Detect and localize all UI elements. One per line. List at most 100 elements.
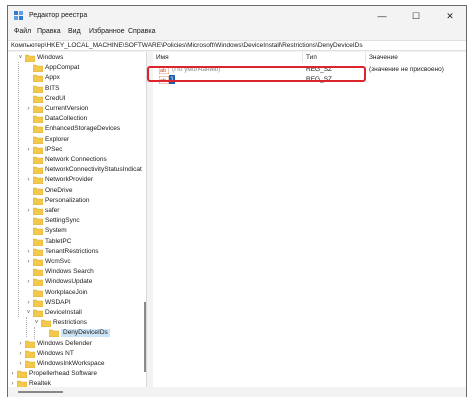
maximize-button[interactable]: ☐ [399,6,433,26]
tree-item-label: AppCompat [45,64,80,72]
folder-icon [17,370,27,379]
column-header-value[interactable]: Значение [366,52,466,63]
menu-edit[interactable]: Правка [37,28,61,35]
tree-item-label: CredUI [45,94,66,102]
folder-icon [17,381,27,387]
expand-chevron-icon[interactable]: › [25,207,32,215]
expand-chevron-icon[interactable]: › [9,380,16,387]
folder-icon [33,197,43,205]
tree-item[interactable]: › NetworkProvider [8,175,146,185]
tree-item[interactable]: › WindowsInkWorkspace [8,359,146,369]
folder-icon [33,156,43,164]
tree-item[interactable]: Appx [8,73,146,83]
expand-chevron-icon[interactable]: › [9,370,16,378]
tree-item[interactable]: System [8,226,146,236]
tree-item[interactable]: CredUI [8,94,146,104]
tree-horizontal-scrollbar[interactable] [8,387,147,397]
window-title: Редактор реестра [29,12,88,19]
tree-item[interactable]: Explorer [8,135,146,145]
title-bar[interactable]: Редактор реестра — ☐ ✕ [8,6,466,26]
menu-favorites[interactable]: Избранное [89,28,124,35]
expand-chevron-icon[interactable]: › [25,248,32,256]
registry-tree[interactable]: ˅ Windows AppCompat Appx BITS CredUI › CurrentV… [8,52,147,387]
expand-chevron-icon[interactable]: › [25,258,32,266]
registry-editor-window: Редактор реестра — ☐ ✕ Файл Правка Вид И… [7,5,467,397]
folder-icon [33,217,43,226]
tree-item[interactable]: AppCompat [8,63,146,73]
tree-item[interactable]: › IPSec [8,145,146,155]
collapse-chevron-icon[interactable]: ˅ [25,309,32,317]
tree-item[interactable]: SettingSync [8,216,146,226]
tree-item[interactable]: Network Connections [8,155,146,165]
menu-view[interactable]: Вид [68,28,81,35]
tree-item-label: Windows NT [37,349,74,357]
tree-item[interactable]: › Windows NT [8,349,146,359]
tree-item[interactable]: DataCollection [8,114,146,124]
tree-item[interactable]: ˅ Restrictions [8,318,146,328]
tree-item[interactable]: Personalization [8,196,146,206]
folder-open-icon [41,319,51,328]
menu-file[interactable]: Файл [14,28,31,35]
tree-item[interactable]: EnhancedStorageDevices [8,124,146,134]
address-bar[interactable]: Компьютер\HKEY_LOCAL_MACHINE\SOFTWARE\Po… [8,40,466,51]
tree-item-label: Personalization [45,196,90,204]
tree-item-label: Explorer [45,135,70,143]
folder-icon [33,268,43,277]
tree-item[interactable]: Windows Search [8,267,146,277]
folder-icon [33,248,43,256]
expand-chevron-icon[interactable]: › [17,360,24,368]
tree-item[interactable]: › WSDAPI [8,298,146,308]
expand-chevron-icon[interactable]: › [25,105,32,113]
tree-item[interactable]: › Realtek [8,379,146,387]
tree-item-label: safer [45,207,60,214]
tree-item[interactable]: › TenantRestrictions [8,247,146,257]
tree-scrollbar[interactable] [144,302,146,372]
tree-item[interactable]: ˅ Windows [8,53,146,63]
expand-chevron-icon[interactable]: › [17,340,24,348]
expand-chevron-icon[interactable]: › [25,146,32,154]
values-list[interactable]: Имя Тип Значение ab (По умолчанию) REG_S… [153,52,466,387]
tree-item-label: TabletPC [45,237,72,245]
tree-item[interactable]: › safer [8,206,146,216]
tree-item[interactable]: TabletPC [8,237,146,247]
tree-item-label: System [45,227,67,235]
expand-chevron-icon[interactable]: › [25,278,32,286]
tree-item[interactable]: OneDrive [8,186,146,196]
column-header-type[interactable]: Тип [303,52,366,63]
column-header-name[interactable]: Имя [153,52,303,63]
tree-item[interactable]: DenyDeviceIDs [8,328,146,338]
folder-icon [33,258,43,266]
expand-chevron-icon[interactable]: › [25,176,32,184]
minimize-button[interactable]: — [365,6,399,26]
tree-item-label: EnhancedStorageDevices [45,125,121,133]
tree-item-label: Windows Search [45,268,94,276]
folder-icon [33,289,43,297]
collapse-chevron-icon[interactable]: ˅ [17,54,24,62]
tree-item-label: WcmSvc [45,258,71,265]
tree-item-label: SettingSync [45,217,80,225]
menu-help[interactable]: Справка [128,28,155,35]
address-path[interactable]: Компьютер\HKEY_LOCAL_MACHINE\SOFTWARE\Po… [11,42,363,49]
folder-icon [25,340,35,348]
tree-item[interactable]: › WindowsUpdate [8,277,146,287]
tree-item-label: NetworkConnectivityStatusIndicat [45,166,142,174]
tree-item[interactable]: › WcmSvc [8,257,146,267]
scroll-thumb[interactable] [18,391,63,393]
tree-item[interactable]: WorkplaceJoin [8,288,146,298]
folder-icon [25,350,35,358]
tree-item[interactable]: › CurrentVersion [8,104,146,114]
folder-icon [33,115,43,124]
tree-item[interactable]: ˅ DeviceInstall [8,308,146,318]
expand-chevron-icon[interactable]: › [17,350,24,358]
tree-item-label: WindowsUpdate [45,278,93,286]
close-button[interactable]: ✕ [433,6,467,26]
tree-item-label: Windows Defender [37,339,92,347]
tree-item[interactable]: NetworkConnectivityStatusIndicat [8,165,146,175]
folder-icon [33,187,43,195]
tree-item[interactable]: BITS [8,84,146,94]
tree-item[interactable]: › Windows Defender [8,339,146,349]
expand-chevron-icon[interactable]: › [25,299,32,307]
collapse-chevron-icon[interactable]: ˅ [33,319,40,327]
tree-item[interactable]: › Propellerhead Software [8,369,146,379]
tree-item-label: NetworkProvider [45,176,94,184]
